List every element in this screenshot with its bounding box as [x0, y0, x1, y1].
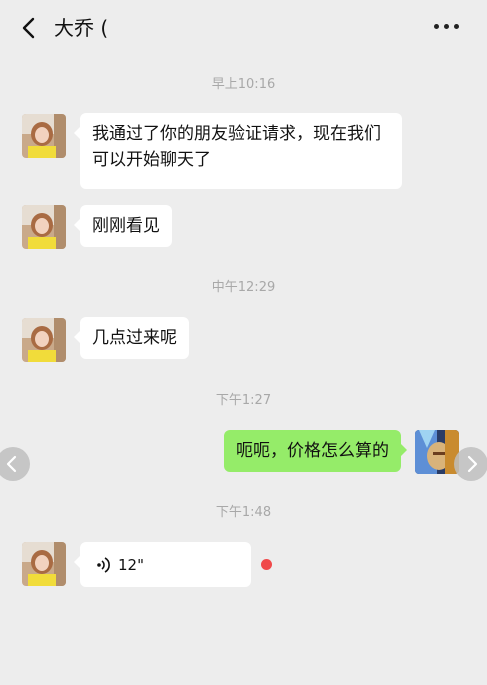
message-bubble-received[interactable]: 几点过来呢 — [74, 317, 189, 359]
contact-avatar[interactable] — [22, 542, 66, 586]
back-chevron-icon[interactable] — [18, 14, 42, 42]
previous-arrow-button[interactable] — [0, 447, 30, 481]
message-bubble-sent[interactable]: 呃呃，价格怎么算的 — [224, 430, 407, 472]
voice-message-bubble[interactable]: 12" — [74, 542, 251, 587]
my-avatar[interactable] — [415, 430, 459, 474]
chevron-right-icon — [467, 455, 478, 473]
timestamp: 中午12:29 — [211, 280, 276, 295]
contact-avatar[interactable] — [22, 114, 66, 158]
next-arrow-button[interactable] — [454, 447, 487, 481]
message-bubble-received[interactable]: 刚刚看见 — [74, 205, 172, 247]
timestamp: 早上10:16 — [211, 77, 276, 92]
voice-wave-icon — [97, 556, 110, 573]
timestamp: 下午1:48 — [215, 505, 272, 520]
timestamp: 下午1:27 — [215, 393, 272, 408]
unread-dot — [261, 559, 272, 570]
chat-title: 大乔 ( — [54, 16, 109, 40]
contact-avatar[interactable] — [22, 205, 66, 249]
more-dots-icon[interactable] — [434, 24, 459, 29]
chat-header: 大乔 ( — [0, 0, 487, 56]
message-bubble-received[interactable]: 我通过了你的朋友验证请求，现在我们可以开始聊天了 — [74, 113, 402, 189]
voice-duration: 12" — [118, 555, 144, 574]
chevron-left-icon — [6, 455, 17, 473]
contact-avatar[interactable] — [22, 318, 66, 362]
